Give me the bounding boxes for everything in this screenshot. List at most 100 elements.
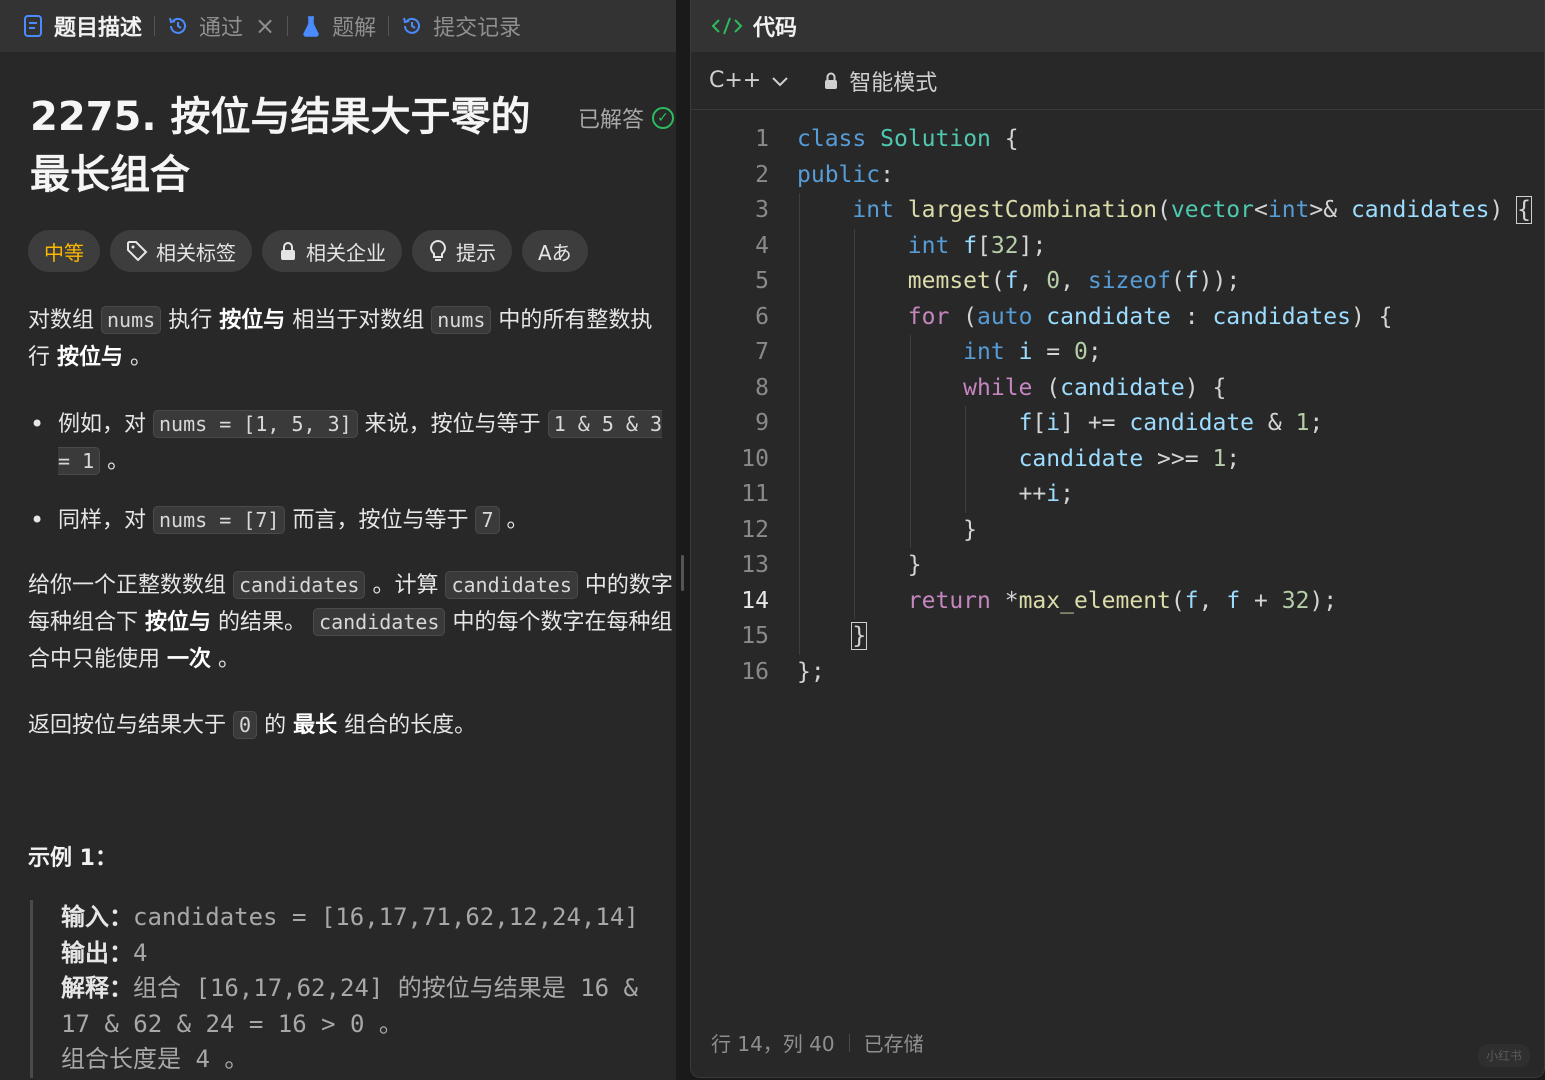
problem-chips: 中等 相关标签 相关企业 提示 Aあ xyxy=(28,230,588,272)
translate-button[interactable]: Aあ xyxy=(522,230,588,272)
tab-code[interactable]: 代码 xyxy=(711,0,797,52)
description-paragraph: 给你一个正整数数组 candidates 。计算 candidates 中的数字… xyxy=(28,571,673,672)
lock-icon xyxy=(823,71,839,91)
history-icon xyxy=(401,15,423,37)
line-number: 4 xyxy=(755,232,769,259)
solved-status: 已解答 ✓ xyxy=(578,102,675,134)
code-line[interactable]: 8 while (candidate) { xyxy=(691,370,1544,406)
line-number: 16 xyxy=(741,658,769,685)
tab-submissions[interactable]: 提交记录 xyxy=(401,0,521,52)
code-line[interactable]: 14 return *max_element(f, f + 32); xyxy=(691,583,1544,619)
language-select[interactable]: C++ xyxy=(709,68,789,93)
line-number: 8 xyxy=(755,374,769,401)
editor-toolbar: C++ 智能模式 xyxy=(691,52,1544,110)
code-text: ++i; xyxy=(797,481,1074,507)
code-text: return *max_element(f, f + 32); xyxy=(907,587,1338,614)
list-item: 例如，对 nums = [1, 5, 3] 来说，按位与等于 1 & 5 & 3… xyxy=(28,406,668,480)
list-item: 同样，对 nums = [7] 而言，按位与等于 7 。 xyxy=(28,502,668,539)
code-line[interactable]: 3 int largestCombination(vector<int>& ca… xyxy=(691,193,1544,229)
tab-solutions[interactable]: 题解 xyxy=(300,0,376,52)
lightbulb-icon xyxy=(428,239,448,263)
line-number: 13 xyxy=(741,552,769,578)
tab-accepted[interactable]: 通过 × xyxy=(167,0,275,52)
flask-icon xyxy=(300,15,322,37)
line-number: 2 xyxy=(755,161,769,188)
tab-submissions-label: 提交记录 xyxy=(433,16,522,41)
line-number: 6 xyxy=(755,303,769,330)
code-panel: 代码 C++ 智能模式 1 class Solution { 2 public: 3 i… xyxy=(690,0,1545,1078)
line-number: 1 xyxy=(755,126,769,152)
document-icon xyxy=(22,15,44,37)
tab-description-label: 题目描述 xyxy=(54,16,143,41)
code-text: }; xyxy=(797,658,825,685)
code-text: } xyxy=(797,516,978,543)
code-line[interactable]: 16}; xyxy=(691,655,1544,691)
line-number: 10 xyxy=(741,445,769,472)
code-text: class Solution { xyxy=(797,126,1019,152)
tab-divider xyxy=(388,16,390,36)
code-line[interactable]: 13 } xyxy=(691,548,1544,584)
code-line[interactable]: 15 } xyxy=(691,619,1544,655)
watermark: 小红书 xyxy=(1477,1044,1530,1067)
code-line[interactable]: 6 for (auto candidate : candidates) { xyxy=(691,299,1544,335)
check-circle-icon: ✓ xyxy=(652,107,675,129)
code-tabs: 代码 xyxy=(691,0,1544,52)
example-title: 示例 1： xyxy=(28,846,117,871)
line-number: 7 xyxy=(755,339,769,365)
code-line[interactable]: 12 } xyxy=(691,512,1544,548)
line-number: 3 xyxy=(755,197,769,223)
related-tags-button[interactable]: 相关标签 xyxy=(110,230,252,272)
code-text: } xyxy=(797,552,922,578)
smart-mode-toggle[interactable]: 智能模式 xyxy=(823,65,937,97)
status-divider xyxy=(848,1033,850,1052)
line-number: 11 xyxy=(741,481,769,507)
code-editor[interactable]: 1 class Solution { 2 public: 3 int largestCo… xyxy=(691,122,1544,691)
tab-description[interactable]: 题目描述 xyxy=(22,0,142,52)
code-text: candidate >>= 1; xyxy=(1018,445,1241,472)
code-text: public: xyxy=(797,161,894,188)
tab-divider xyxy=(287,16,289,36)
tab-divider xyxy=(154,16,156,36)
tab-solutions-label: 题解 xyxy=(332,16,377,41)
code-text: int f[32]; xyxy=(907,232,1047,259)
panel-resize-handle[interactable] xyxy=(676,0,690,1080)
code-line[interactable]: 11 ++i; xyxy=(691,477,1544,513)
code-line[interactable]: 7 int i = 0; xyxy=(691,335,1544,371)
solved-label: 已解答 xyxy=(578,108,645,133)
hint-button[interactable]: 提示 xyxy=(412,230,512,272)
description-paragraph: 返回按位与结果大于 0 的 最长 组合的长度。 xyxy=(28,711,477,739)
drag-grip-icon[interactable] xyxy=(681,555,684,591)
code-text: int largestCombination(vector<int>& cand… xyxy=(852,196,1532,224)
line-number: 9 xyxy=(755,410,769,436)
cursor-position: 行 14，列 40 xyxy=(711,1032,835,1056)
line-number: 14 xyxy=(741,587,769,614)
code-line[interactable]: 4 int f[32]; xyxy=(691,228,1544,264)
code-line[interactable]: 5 memset(f, 0, sizeof(f)); xyxy=(691,264,1544,300)
tab-accepted-label: 通过 xyxy=(199,16,244,41)
problem-tabs: 题目描述 通过 × 题解 提交记录 xyxy=(0,0,676,52)
tab-code-label: 代码 xyxy=(753,16,798,41)
editor-status-bar: 行 14，列 40 已存储 xyxy=(711,1028,924,1057)
translate-icon: Aあ xyxy=(538,240,572,265)
code-line[interactable]: 9 f[i] += candidate & 1; xyxy=(691,406,1544,442)
save-status: 已存储 xyxy=(863,1032,924,1056)
code-text: } xyxy=(851,622,868,650)
line-number: 15 xyxy=(741,623,769,649)
close-icon[interactable]: × xyxy=(255,12,275,40)
code-line[interactable]: 2 public: xyxy=(691,158,1544,194)
related-companies-button[interactable]: 相关企业 xyxy=(262,230,402,272)
tag-icon xyxy=(126,240,148,262)
code-text: f[i] += candidate & 1; xyxy=(1018,410,1324,436)
code-text: for (auto candidate : candidates) { xyxy=(907,303,1393,330)
code-line[interactable]: 1 class Solution { xyxy=(691,122,1544,158)
code-text: int i = 0; xyxy=(963,339,1102,365)
difficulty-badge: 中等 xyxy=(28,230,100,272)
chevron-down-icon xyxy=(771,75,789,87)
history-icon xyxy=(167,15,189,37)
code-line[interactable]: 10 candidate >>= 1; xyxy=(691,441,1544,477)
example-block: 输入：candidates = [16,17,71,62,12,24,14] 输… xyxy=(30,900,670,1078)
line-number: 12 xyxy=(741,516,769,543)
description-paragraph: 对数组 nums 执行 按位与 相当于对数组 nums 中的所有整数执行 按位与… xyxy=(28,306,653,370)
problem-title[interactable]: 2275. 按位与结果大于零的最长组合 xyxy=(30,88,550,204)
lock-icon xyxy=(278,240,298,262)
